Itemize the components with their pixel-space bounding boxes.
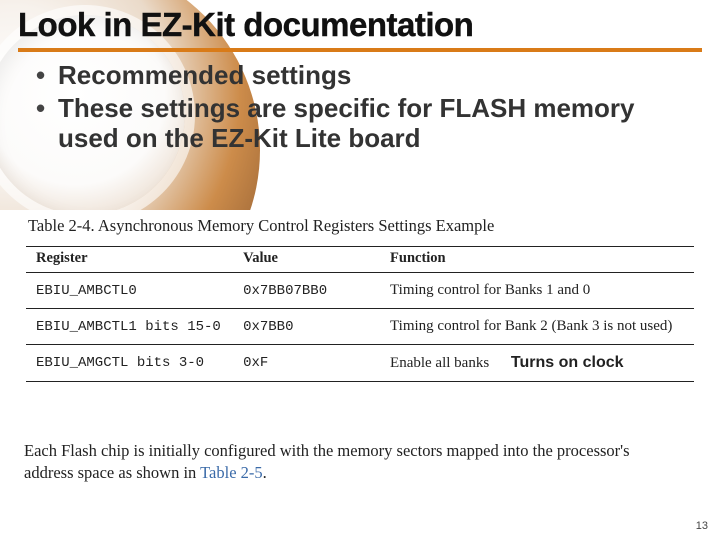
cell-register: EBIU_AMGCTL bits 3-0 [26,345,233,382]
col-register: Register [26,247,233,273]
cell-function: Timing control for Banks 1 and 0 [380,273,694,309]
bullet-list: Recommended settings These settings are … [36,60,702,154]
table-row: EBIU_AMBCTL0 0x7BB07BB0 Timing control f… [26,273,694,309]
cell-register: EBIU_AMBCTL0 [26,273,233,309]
paragraph-text: Each Flash chip is initially configured … [24,441,630,482]
table-row: EBIU_AMBCTL1 bits 15-0 0x7BB0 Timing con… [26,309,694,345]
bullet-item: These settings are specific for FLASH me… [36,93,702,154]
bullet-item: Recommended settings [36,60,702,91]
settings-table: Register Value Function EBIU_AMBCTL0 0x7… [26,246,694,382]
table-row: EBIU_AMGCTL bits 3-0 0xF Enable all bank… [26,345,694,382]
title-underline [18,48,702,52]
paragraph-after-table: Each Flash chip is initially configured … [24,440,660,485]
cell-function: Timing control for Bank 2 (Bank 3 is not… [380,309,694,345]
cell-function-text: Enable all banks [390,355,489,371]
cell-register: EBIU_AMBCTL1 bits 15-0 [26,309,233,345]
slide: Look in EZ-Kit documentation Recommended… [0,0,720,540]
annotation-turns-on-clock: Turns on clock [511,354,624,371]
slide-title: Look in EZ-Kit documentation [18,6,702,44]
table-reference-link: Table 2-5 [200,463,263,482]
cell-value: 0x7BB07BB0 [233,273,380,309]
table-caption: Table 2-4. Asynchronous Memory Control R… [28,216,694,236]
cell-value: 0xF [233,345,380,382]
table-block: Table 2-4. Asynchronous Memory Control R… [0,210,720,398]
page-number: 13 [696,520,708,532]
table-header-row: Register Value Function [26,247,694,273]
paragraph-suffix: . [263,463,267,482]
col-function: Function [380,247,694,273]
col-value: Value [233,247,380,273]
cell-value: 0x7BB0 [233,309,380,345]
cell-function: Enable all banks Turns on clock [380,345,694,382]
